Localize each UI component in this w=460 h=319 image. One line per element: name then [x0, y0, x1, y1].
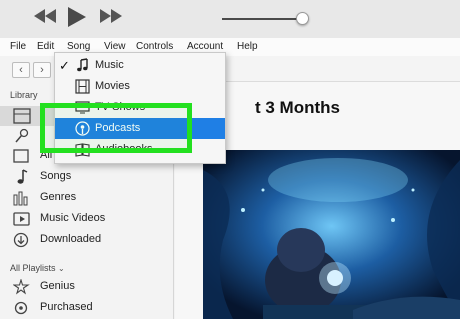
back-button[interactable]: ‹ — [12, 62, 30, 78]
sidebar-item-purchased[interactable]: Purchased — [0, 298, 172, 318]
library-label: Library — [10, 90, 38, 100]
checkmark-icon: ✓ — [59, 58, 70, 73]
play-button[interactable] — [68, 7, 86, 27]
downloaded-icon — [13, 232, 29, 248]
album-artwork[interactable] — [203, 150, 460, 319]
highlight-box — [40, 103, 192, 153]
menu-file[interactable]: File — [10, 41, 26, 52]
sidebar-item-music-videos[interactable]: Music Videos — [0, 209, 172, 229]
volume-knob[interactable] — [296, 12, 309, 25]
page-title: t 3 Months — [255, 98, 340, 117]
dropdown-item-label: Music — [95, 59, 124, 71]
rewind-button[interactable] — [34, 9, 56, 23]
sidebar-item-label: Songs — [40, 170, 72, 182]
sidebar-item-label: Genres — [40, 191, 77, 203]
fast-forward-button[interactable] — [100, 9, 122, 23]
sidebar-item-label: Downloaded — [40, 233, 102, 245]
sidebar-item-label: Purchased — [40, 301, 93, 313]
volume-fill — [222, 18, 302, 20]
dropdown-item-movies[interactable]: Movies — [55, 76, 225, 97]
music-note-icon — [77, 58, 88, 72]
menu-song[interactable]: Song — [67, 41, 90, 52]
sidebar-item-label: Music Videos — [40, 212, 106, 224]
dropdown-item-music[interactable]: ✓ Music — [55, 55, 225, 76]
sidebar-item-songs[interactable]: Songs — [0, 167, 172, 187]
chevron-down-icon: ⌄ — [58, 264, 65, 273]
purchased-icon — [14, 301, 28, 315]
film-icon — [75, 79, 90, 94]
menu-controls[interactable]: Controls — [136, 41, 173, 52]
album-icon — [13, 149, 29, 163]
menu-help[interactable]: Help — [237, 41, 258, 52]
sidebar-item-genres[interactable]: Genres — [0, 188, 172, 208]
all-playlists-label[interactable]: All Playlists ⌄ — [10, 263, 65, 273]
sidebar-item-label: Genius — [40, 280, 75, 292]
sidebar-item-downloaded[interactable]: Downloaded — [0, 230, 172, 250]
sidebar-item-genius[interactable]: Genius — [0, 277, 172, 297]
menu-edit[interactable]: Edit — [37, 41, 54, 52]
music-video-icon — [13, 212, 30, 226]
menu-view[interactable]: View — [104, 41, 126, 52]
forward-button[interactable]: › — [33, 62, 51, 78]
album-grid-icon — [13, 108, 31, 124]
microphone-icon — [15, 128, 29, 143]
menu-account[interactable]: Account — [187, 41, 223, 52]
artwork-illustration — [203, 150, 460, 319]
genres-icon — [13, 191, 28, 206]
dropdown-item-label: Movies — [95, 80, 130, 92]
music-note-icon — [17, 169, 28, 184]
genius-icon — [13, 279, 30, 295]
all-playlists-text: All Playlists — [10, 263, 56, 273]
player-bar — [0, 0, 460, 38]
